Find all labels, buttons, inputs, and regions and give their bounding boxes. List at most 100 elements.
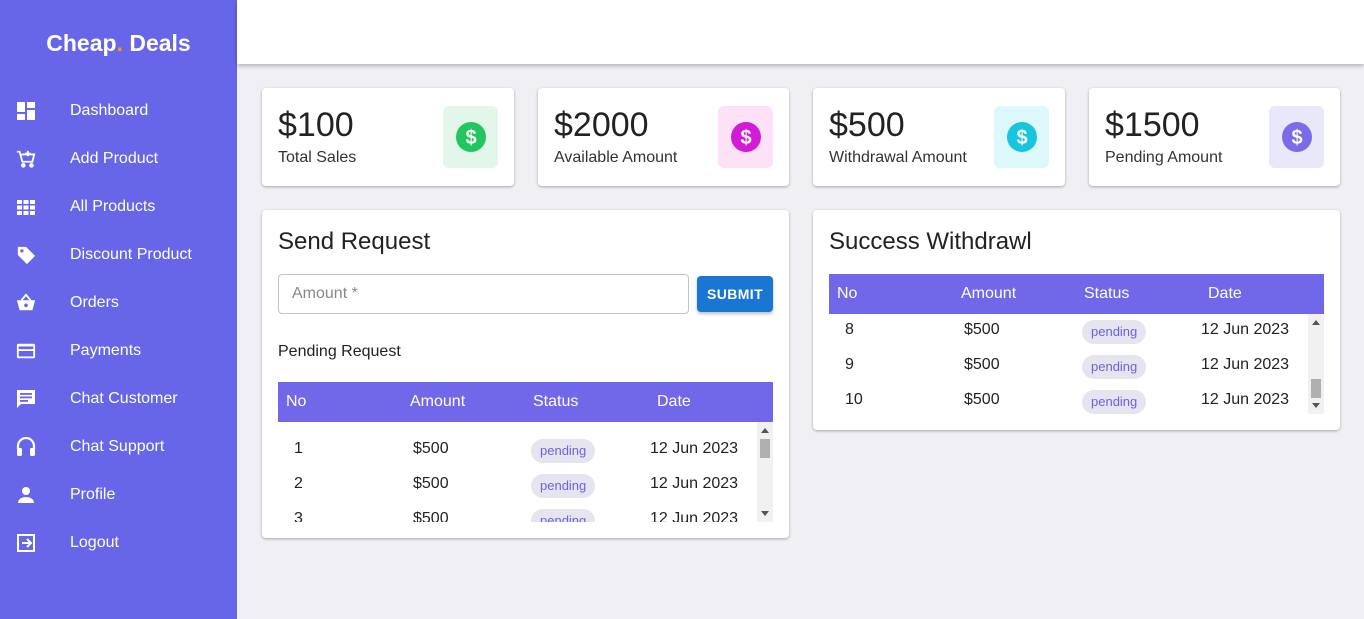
stat-value: $1500	[1105, 106, 1200, 144]
dashboard-icon	[16, 101, 36, 121]
cell-no: 3	[294, 510, 303, 522]
send-request-panel: Send Request SUBMIT Pending Request No A…	[262, 210, 789, 538]
status-badge: pending	[531, 439, 596, 463]
stat-value: $100	[278, 106, 354, 144]
stat-caption: Withdrawal Amount	[829, 149, 967, 166]
sidebar-item-payments[interactable]: Payments	[0, 331, 237, 371]
column-header-date[interactable]: Date	[657, 393, 691, 411]
top-app-bar	[237, 0, 1364, 64]
pending-table-scrollbar[interactable]	[757, 422, 773, 522]
cell-date: 12 Jun 2023	[650, 510, 739, 522]
basket-icon	[16, 293, 36, 313]
stat-badge: $	[994, 106, 1049, 168]
panel-title: Send Request	[278, 228, 431, 255]
dollar-circle-icon: $	[1281, 122, 1312, 152]
table-row: 1 $500 pending 12 Jun 2023	[278, 432, 757, 467]
table-row: 3 $500 pending 12 Jun 2023	[278, 502, 757, 522]
status-badge: pending	[1082, 355, 1147, 379]
withdrawl-table-scrollbar[interactable]	[1308, 314, 1324, 414]
sidebar-item-label: Logout	[70, 534, 119, 551]
column-header-status[interactable]: Status	[533, 393, 578, 411]
table-row: 8 $500 pending 12 Jun 2023	[829, 314, 1308, 348]
column-header-status[interactable]: Status	[1084, 285, 1129, 303]
cell-date: 12 Jun 2023	[650, 440, 739, 457]
table-header: No Amount Status Date	[829, 274, 1324, 314]
sidebar-item-add-product[interactable]: Add Product	[0, 139, 237, 179]
status-badge: pending	[531, 509, 596, 522]
sidebar-item-dashboard[interactable]: Dashboard	[0, 91, 237, 131]
tag-icon	[16, 245, 36, 265]
panel-title: Success Withdrawl	[829, 228, 1032, 255]
cell-amount: $500	[964, 356, 1000, 373]
column-header-no[interactable]: No	[286, 393, 306, 411]
scroll-up-arrow-icon[interactable]	[761, 428, 769, 433]
sidebar-item-label: Orders	[70, 294, 119, 311]
sidebar-item-label: Chat Customer	[70, 390, 178, 407]
add-cart-icon	[16, 149, 36, 169]
cell-date: 12 Jun 2023	[650, 475, 739, 492]
sidebar-item-label: All Products	[70, 198, 156, 215]
brand-name-part2: Deals	[122, 30, 191, 56]
sidebar-item-label: Add Product	[70, 150, 159, 167]
scroll-down-arrow-icon[interactable]	[1312, 403, 1320, 408]
table-row: 10 $500 pending 12 Jun 2023	[829, 383, 1308, 414]
amount-input[interactable]	[278, 274, 689, 314]
pending-table-body: 1 $500 pending 12 Jun 2023 2 $500 pendin…	[278, 422, 757, 522]
table-row: 2 $500 pending 12 Jun 2023	[278, 467, 757, 502]
scrollbar-thumb[interactable]	[760, 439, 770, 458]
brand-name-part1: Cheap	[46, 30, 117, 56]
grid-icon	[16, 197, 36, 217]
brand-logo[interactable]: Cheap. Deals	[0, 30, 237, 57]
headset-icon	[16, 437, 36, 457]
sidebar-item-orders[interactable]: Orders	[0, 283, 237, 323]
status-badge: pending	[1082, 390, 1147, 414]
sidebar: Cheap. Deals Dashboard Add Product All P…	[0, 0, 237, 619]
stat-card-withdrawal-amount: $500 Withdrawal Amount $	[813, 88, 1065, 186]
cell-amount: $500	[413, 440, 449, 457]
sidebar-item-chat-customer[interactable]: Chat Customer	[0, 379, 237, 419]
sidebar-item-logout[interactable]: Logout	[0, 523, 237, 563]
stat-badge: $	[1269, 106, 1324, 168]
status-badge: pending	[531, 474, 596, 498]
stat-card-pending-amount: $1500 Pending Amount $	[1089, 88, 1340, 186]
table-row: 9 $500 pending 12 Jun 2023	[829, 348, 1308, 383]
sidebar-item-all-products[interactable]: All Products	[0, 187, 237, 227]
sidebar-item-discount-product[interactable]: Discount Product	[0, 235, 237, 275]
sidebar-item-label: Profile	[70, 486, 116, 503]
cell-no: 9	[845, 356, 854, 373]
column-header-amount[interactable]: Amount	[410, 393, 465, 411]
sidebar-item-label: Chat Support	[70, 438, 165, 455]
svg-text:$: $	[1016, 127, 1027, 149]
column-header-amount[interactable]: Amount	[961, 285, 1016, 303]
stat-value: $2000	[554, 106, 649, 144]
credit-card-icon	[16, 341, 36, 361]
dollar-circle-icon: $	[730, 122, 761, 152]
submit-button[interactable]: SUBMIT	[697, 276, 773, 312]
stat-value: $500	[829, 106, 905, 144]
scroll-up-arrow-icon[interactable]	[1312, 320, 1320, 325]
scrollbar-thumb[interactable]	[1311, 379, 1321, 398]
scroll-down-arrow-icon[interactable]	[761, 511, 769, 516]
stat-card-available-amount: $2000 Available Amount $	[538, 88, 789, 186]
stat-caption: Total Sales	[278, 149, 357, 166]
column-header-no[interactable]: No	[837, 285, 857, 303]
cell-date: 12 Jun 2023	[1201, 321, 1290, 338]
cell-no: 10	[845, 391, 863, 408]
success-withdrawl-panel: Success Withdrawl No Amount Status Date …	[813, 210, 1340, 430]
person-icon	[16, 485, 36, 505]
cell-no: 2	[294, 475, 303, 492]
dollar-circle-icon: $	[455, 122, 486, 152]
sidebar-item-label: Payments	[70, 342, 142, 359]
sidebar-item-profile[interactable]: Profile	[0, 475, 237, 515]
sidebar-item-label: Discount Product	[70, 246, 192, 263]
column-header-date[interactable]: Date	[1208, 285, 1242, 303]
cell-date: 12 Jun 2023	[1201, 391, 1290, 408]
cell-amount: $500	[413, 510, 449, 522]
svg-text:$: $	[740, 127, 751, 149]
stat-card-total-sales: $100 Total Sales $	[262, 88, 514, 186]
cell-date: 12 Jun 2023	[1201, 356, 1290, 373]
stat-caption: Pending Amount	[1105, 149, 1223, 166]
cell-amount: $500	[964, 321, 1000, 338]
cell-amount: $500	[964, 391, 1000, 408]
sidebar-item-chat-support[interactable]: Chat Support	[0, 427, 237, 467]
